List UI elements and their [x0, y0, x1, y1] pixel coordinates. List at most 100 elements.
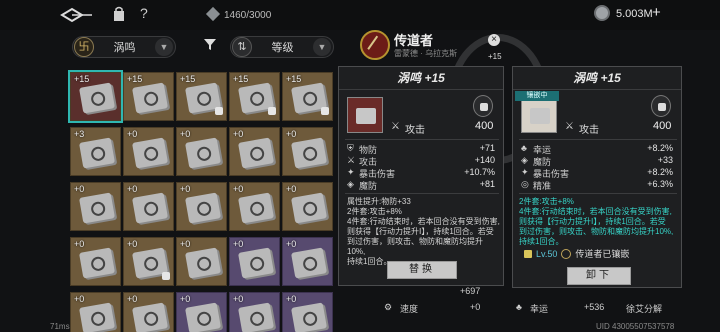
speed-value: +0	[470, 302, 481, 312]
item-level: +0	[233, 294, 244, 304]
chevron-down-icon: ▼	[313, 38, 331, 56]
item-card[interactable]: +15	[282, 72, 333, 121]
item-level: +0	[180, 184, 191, 194]
stat-row: ⛨ 物防 +71	[339, 143, 503, 155]
item-card[interactable]: +0	[229, 127, 280, 176]
stat-value: +33	[657, 155, 673, 165]
item-level: +15	[286, 74, 302, 84]
item-level: +0	[127, 129, 138, 139]
item-level: +15	[180, 74, 196, 84]
desc-line: 4件套:行动结束时，若本回合没有受到伤害,	[519, 207, 672, 216]
stat-label: 魔防	[359, 181, 378, 191]
help-button[interactable]: ?	[140, 5, 148, 21]
stat-row: ◈ 魔防 +33	[513, 155, 681, 167]
item-card[interactable]: +0	[229, 292, 280, 332]
item-card[interactable]: +0	[176, 127, 227, 176]
replace-button[interactable]: 替换	[387, 261, 457, 279]
divider	[519, 193, 677, 194]
item-card[interactable]: +0	[123, 182, 174, 231]
stat-value: +140	[474, 155, 495, 165]
item-card[interactable]: +0	[123, 237, 174, 286]
item-level: +0	[127, 239, 138, 249]
card-art-icon	[290, 302, 328, 332]
sort-order-icon[interactable]: ⇅	[232, 37, 252, 57]
hero-subtitle: 雷蒙德 · 乌拉克斯	[394, 49, 458, 58]
item-card[interactable]: +3	[70, 127, 121, 176]
card-art-icon	[290, 192, 328, 224]
desc-line: 4件套:行动结束时，若本回合没有受到伤害,	[347, 217, 500, 226]
sort-dropdown[interactable]: ⇅ 等级 ▼	[230, 36, 334, 58]
sword-icon: ⚔	[565, 121, 574, 132]
lock-icon[interactable]	[651, 95, 671, 117]
item-card[interactable]: +0	[70, 237, 121, 286]
item-card[interactable]: +0	[282, 237, 333, 286]
item-level: +0	[286, 129, 297, 139]
stat-value: +71	[479, 143, 495, 153]
item-level: +0	[74, 184, 85, 194]
item-card[interactable]: +0	[229, 237, 280, 286]
crit-icon: ✦	[347, 167, 355, 177]
lock-icon	[215, 107, 223, 115]
item-level: +3	[74, 129, 85, 139]
sword-icon: ⚔	[347, 155, 356, 165]
luck-icon: ♣	[516, 302, 522, 312]
desc-line: 则获得【行动力提升Ⅰ】，持续1回合。若受	[347, 227, 494, 236]
item-card[interactable]: +0	[282, 292, 333, 332]
set-description: 2件套:攻击+8% 4件套:行动结束时，若本回合没有受到伤害, 则获得【行动力提…	[519, 197, 679, 247]
shield-icon: ⛨	[347, 143, 354, 153]
close-icon[interactable]: ×	[488, 34, 500, 46]
card-art-icon	[78, 192, 116, 224]
back-arrow-icon[interactable]	[58, 6, 96, 24]
card-art-icon	[78, 137, 116, 169]
item-card[interactable]: +0	[282, 127, 333, 176]
item-card[interactable]: +0	[123, 292, 174, 332]
card-art-icon	[237, 192, 275, 224]
item-card[interactable]: +15	[229, 72, 280, 121]
item-level: +0	[233, 129, 244, 139]
sort-label: 等级	[271, 42, 294, 54]
stat-label: 精准	[533, 181, 552, 191]
desc-line: 2件套:攻击+8%	[519, 197, 574, 206]
desc-line: 则获得【行动力提升Ⅰ】，持续1回合。若受	[519, 217, 666, 226]
item-card[interactable]: +15	[123, 72, 174, 121]
item-card[interactable]: +0	[176, 292, 227, 332]
stat-row: ✦ 暴击伤害 +8.2%	[513, 167, 681, 179]
money-value: 5.003M	[616, 8, 653, 20]
luck-icon: ♣	[521, 143, 527, 153]
item-card[interactable]: +0	[70, 292, 121, 332]
item-card[interactable]: +0	[70, 182, 121, 231]
emblem-icon	[561, 249, 572, 259]
lock-icon	[268, 107, 276, 115]
equip-status: Lv.50 传道者已镶嵌	[524, 247, 682, 261]
item-grid: +15 +15 +15 +15 +15 +3 +0 +0 +0 +0 +0 +0 +0 +0 +0 +0 +0 +…	[68, 70, 346, 332]
item-card[interactable]: +0	[176, 182, 227, 231]
divider	[345, 139, 499, 140]
filter-funnel-icon[interactable]	[200, 37, 220, 57]
decompose-button[interactable]: 徐艾分解	[626, 302, 662, 315]
unequip-button[interactable]: 卸下	[567, 267, 631, 285]
card-art-icon	[237, 247, 275, 279]
set-filter-dropdown[interactable]: 卐 涡鸣 ▼	[72, 36, 176, 58]
add-money-button[interactable]: +	[652, 4, 661, 21]
item-card[interactable]: +0	[282, 182, 333, 231]
item-card[interactable]: +0	[229, 182, 280, 231]
card-art-icon	[237, 302, 275, 332]
desc-line: 2件套:攻击+8%	[347, 207, 402, 216]
item-card[interactable]: +0	[123, 127, 174, 176]
card-art-icon	[237, 137, 275, 169]
lock-icon	[321, 107, 329, 115]
item-card[interactable]: +15	[176, 72, 227, 121]
card-art-icon	[184, 192, 222, 224]
item-card[interactable]: +15	[68, 70, 123, 123]
hero-name: 传道者	[394, 33, 434, 48]
lock-icon[interactable]	[473, 95, 493, 117]
bag-icon[interactable]	[112, 6, 126, 25]
item-card[interactable]: +0	[176, 237, 227, 286]
stat-value: +10.7%	[464, 167, 495, 177]
speed-icon: ⚙	[384, 302, 393, 312]
item-level: +0	[180, 294, 191, 304]
item-level: +15	[233, 74, 249, 84]
magic-def-icon: ◈	[521, 155, 528, 165]
stat-value: +6.3%	[647, 179, 673, 189]
user-id: UID 43005507537578	[596, 322, 675, 331]
